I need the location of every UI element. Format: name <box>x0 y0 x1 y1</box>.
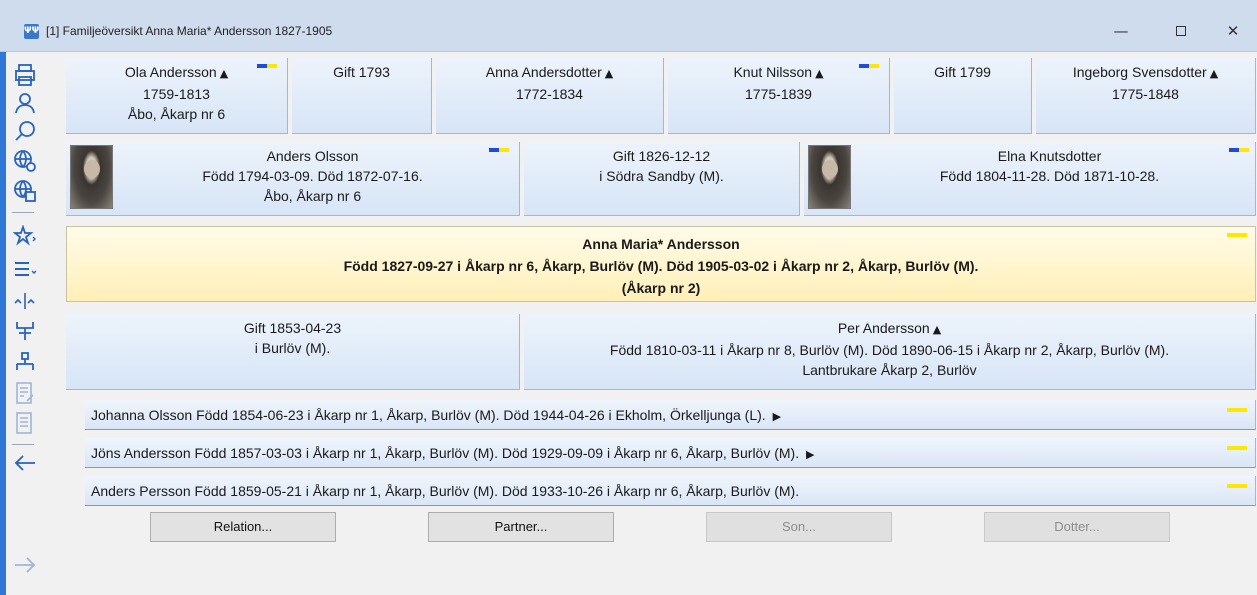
grandmother-name: Ingeborg Svensdotter <box>1072 64 1207 80</box>
father-place: Åbo, Åkarp nr 6 <box>263 188 362 204</box>
flag-icon <box>859 64 879 68</box>
grandmother-name: Anna Andersdotter <box>485 64 602 80</box>
flag-icon <box>489 148 509 152</box>
focus-place: (Åkarp nr 2) <box>621 280 701 296</box>
mother-photo <box>808 145 851 209</box>
grandmother-years: 1772-1834 <box>516 86 583 102</box>
marriage-year: Gift 1793 <box>333 64 390 80</box>
flag-icon <box>1227 408 1247 412</box>
document-list-icon <box>12 410 38 436</box>
spouse-marriage-box[interactable]: Gift 1853-04-23 i Burlöv (M). <box>66 314 520 390</box>
flag-icon <box>1227 484 1247 488</box>
paternal-marriage-box[interactable]: Gift 1793 <box>292 58 432 134</box>
daughter-button: Dotter... <box>984 512 1170 542</box>
child-text: Anders Persson Född 1859-05-21 i Åkarp n… <box>91 483 800 499</box>
triangle-icon: ▲ <box>219 67 229 80</box>
mother-name: Elna Knutsdotter <box>997 148 1102 164</box>
triangle-icon: ▲ <box>604 67 614 80</box>
minimize-button[interactable]: — <box>1098 16 1144 46</box>
focus-details: Född 1827-09-27 i Åkarp nr 6, Åkarp, Bur… <box>343 258 979 274</box>
back-arrow-icon[interactable] <box>12 450 38 476</box>
relation-button[interactable]: Relation... <box>150 512 336 542</box>
focus-person-box[interactable]: Anna Maria* Andersson Född 1827-09-27 i … <box>66 226 1256 302</box>
parents-marriage-box[interactable]: Gift 1826-12-12 i Södra Sandby (M). <box>524 142 800 216</box>
forward-arrow-icon <box>12 552 38 578</box>
flag-icon <box>257 64 277 68</box>
son-button: Son... <box>706 512 892 542</box>
hierarchy-icon[interactable] <box>12 350 38 376</box>
father-dates: Född 1794-03-09. Död 1872-07-16. <box>202 168 423 184</box>
marriage-date: Gift 1853-04-23 <box>243 320 342 336</box>
child-text: Jöns Andersson Född 1857-03-03 i Åkarp n… <box>91 445 800 461</box>
triangle-icon: ▲ <box>815 67 824 80</box>
child-row[interactable]: Johanna Olsson Född 1854-06-23 i Åkarp n… <box>85 400 1256 430</box>
app-icon: ΨΨ <box>24 24 39 39</box>
maternal-grandmother-box[interactable]: Ingeborg Svensdotter ▲ 1775-1848 <box>1036 58 1256 134</box>
child-text: Johanna Olsson Född 1854-06-23 i Åkarp n… <box>91 407 766 423</box>
spouse-name: Per Andersson <box>837 320 930 336</box>
partner-button[interactable]: Partner... <box>428 512 614 542</box>
spouse-details: Född 1810-03-11 i Åkarp nr 8, Burlöv (M)… <box>609 342 1170 358</box>
paternal-grandmother-box[interactable]: Anna Andersdotter ▲ 1772-1834 <box>436 58 664 134</box>
print-icon[interactable] <box>12 62 38 88</box>
grandmother-years: 1775-1848 <box>1112 86 1179 102</box>
marriage-year: Gift 1799 <box>934 64 991 80</box>
maximize-button[interactable] <box>1158 16 1204 46</box>
globe-settings-icon[interactable] <box>12 148 38 174</box>
child-row[interactable]: Anders Persson Född 1859-05-21 i Åkarp n… <box>85 476 1256 506</box>
search-icon[interactable] <box>12 118 38 144</box>
list-menu-icon[interactable] <box>12 256 38 282</box>
grandfather-place: Åbo, Åkarp nr 6 <box>127 106 226 122</box>
child-row[interactable]: Jöns Andersson Född 1857-03-03 i Åkarp n… <box>85 438 1256 468</box>
globe-window-icon[interactable] <box>12 178 38 204</box>
triangle-icon: ▲ <box>1209 67 1219 80</box>
grandfather-name: Ola Andersson <box>124 64 217 80</box>
toolbar-separator <box>12 212 34 213</box>
marriage-place: i Södra Sandby (M). <box>599 168 724 184</box>
focus-name: Anna Maria* Andersson <box>582 236 740 252</box>
maternal-grandfather-box[interactable]: Knut Nilsson ▲ 1775-1839 <box>668 58 890 134</box>
flag-icon <box>1229 148 1249 152</box>
person-icon[interactable] <box>12 90 38 116</box>
edit-note-icon <box>12 380 38 406</box>
family-overview: Ola Andersson ▲ 1759-1813 Åbo, Åkarp nr 6… <box>0 52 1257 595</box>
flag-icon <box>1227 446 1247 450</box>
spouse-occupation: Lantbrukare Åkarp 2, Burlöv <box>802 362 977 378</box>
mother-box[interactable]: Elna Knutsdotter Född 1804-11-28. Död 18… <box>804 142 1256 216</box>
family-tree-icon[interactable] <box>12 318 38 344</box>
father-photo <box>70 145 113 209</box>
expand-arrow-icon[interactable]: ▶ <box>773 410 781 423</box>
maternal-marriage-box[interactable]: Gift 1799 <box>894 58 1032 134</box>
toolbar-separator <box>12 444 34 445</box>
title-bar: ΨΨ [1] Familjeöversikt Anna Maria* Ander… <box>0 0 1257 52</box>
close-button[interactable]: ✕ <box>1210 16 1256 46</box>
triangle-icon: ▲ <box>932 323 942 336</box>
compare-icon[interactable] <box>12 288 38 314</box>
marriage-place: i Burlöv (M). <box>254 340 331 356</box>
window-title: [1] Familjeöversikt Anna Maria* Andersso… <box>46 24 333 38</box>
expand-arrow-icon[interactable]: ▶ <box>806 448 814 461</box>
spouse-box[interactable]: Per Andersson ▲ Född 1810-03-11 i Åkarp n… <box>524 314 1256 390</box>
star-menu-icon[interactable] <box>12 224 38 250</box>
father-box[interactable]: Anders Olsson Född 1794-03-09. Död 1872-… <box>66 142 520 216</box>
grandfather-years: 1775-1839 <box>745 86 812 102</box>
left-toolbar <box>6 52 64 595</box>
grandfather-years: 1759-1813 <box>143 86 210 102</box>
father-name: Anders Olsson <box>266 148 359 164</box>
maximize-icon <box>1176 26 1186 36</box>
mother-dates: Född 1804-11-28. Död 1871-10-28. <box>939 168 1160 184</box>
grandfather-name: Knut Nilsson <box>733 64 813 80</box>
flag-icon <box>1227 233 1247 237</box>
paternal-grandfather-box[interactable]: Ola Andersson ▲ 1759-1813 Åbo, Åkarp nr 6 <box>66 58 288 134</box>
marriage-date: Gift 1826-12-12 <box>612 148 711 164</box>
